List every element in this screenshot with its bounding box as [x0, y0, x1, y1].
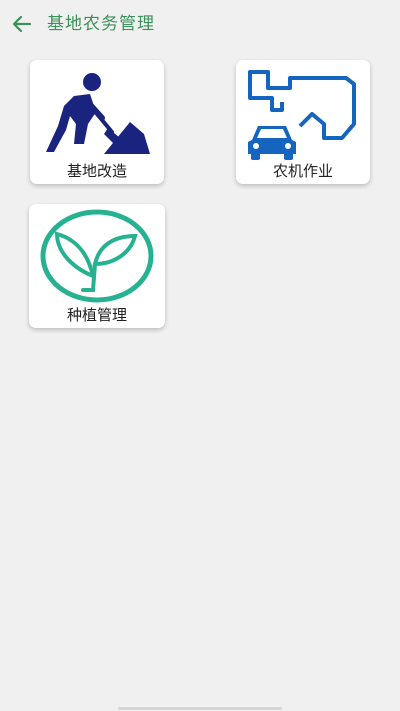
arrow-left-icon [12, 15, 32, 33]
app-header: 基地农务管理 [0, 0, 400, 50]
sprout-icon [40, 209, 154, 303]
tractor-route-icon [248, 70, 356, 160]
card-label: 农机作业 [272, 162, 333, 180]
back-button[interactable] [8, 10, 36, 38]
page-title: 基地农务管理 [47, 14, 155, 34]
card-planting-management[interactable]: 种植管理 [29, 204, 165, 328]
card-machinery-work[interactable]: 农机作业 [236, 60, 370, 184]
worker-shovel-icon [46, 73, 150, 154]
card-base-renovation[interactable]: 基地改造 [30, 60, 164, 184]
card-label: 种植管理 [66, 306, 127, 324]
home-indicator[interactable] [118, 707, 282, 710]
card-label: 基地改造 [66, 162, 127, 180]
